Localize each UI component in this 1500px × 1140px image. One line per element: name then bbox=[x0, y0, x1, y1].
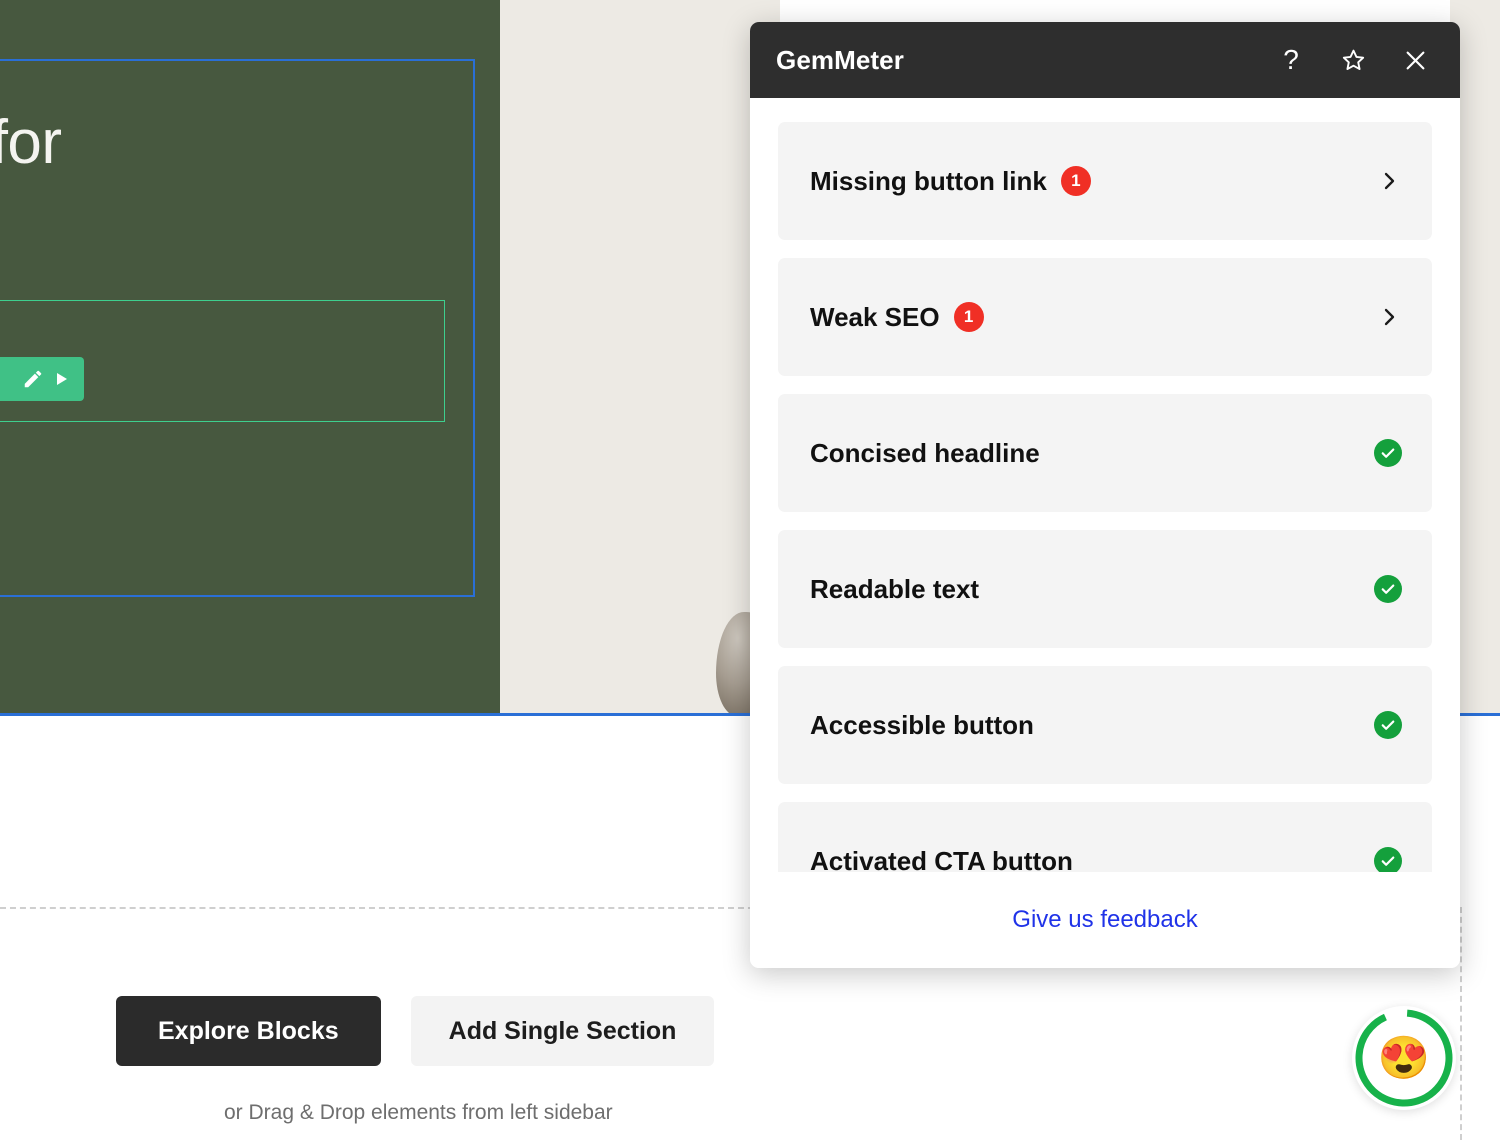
star-icon[interactable] bbox=[1338, 45, 1368, 75]
panel-title: GemMeter bbox=[776, 44, 904, 75]
checklist-item-action[interactable] bbox=[1376, 304, 1402, 330]
panel-header: GemMeter ? bbox=[750, 22, 1460, 98]
panel-footer: Give us feedback bbox=[750, 872, 1460, 968]
element-toolbar[interactable] bbox=[0, 357, 84, 401]
checklist-item-weak-seo[interactable]: Weak SEO 1 bbox=[778, 258, 1432, 376]
gemmeter-panel[interactable]: GemMeter ? Missing button link 1 Weak SE… bbox=[750, 22, 1460, 968]
help-icon[interactable]: ? bbox=[1276, 45, 1306, 75]
checklist-item-concised-headline[interactable]: Concised headline bbox=[778, 394, 1432, 512]
check-circle-icon bbox=[1374, 575, 1402, 603]
chevron-right-icon[interactable] bbox=[1376, 304, 1402, 330]
checklist-item-label: Activated CTA button bbox=[810, 845, 1073, 873]
checklist-item-status bbox=[1374, 575, 1402, 603]
drag-drop-hint: or Drag & Drop elements from left sideba… bbox=[224, 1101, 613, 1124]
checklist-item-status bbox=[1374, 439, 1402, 467]
checklist-item-label: Accessible button bbox=[810, 709, 1034, 740]
empty-state-actions: Explore Blocks Add Single Section bbox=[116, 996, 715, 1066]
checklist-item-label: Missing button link bbox=[810, 165, 1047, 196]
issue-count-badge: 1 bbox=[1060, 166, 1091, 196]
issue-count-badge: 1 bbox=[953, 302, 984, 332]
heart-eyes-emoji-icon: 😍 bbox=[1377, 1034, 1431, 1081]
checklist-item-status bbox=[1374, 847, 1402, 872]
add-single-section-button[interactable]: Add Single Section bbox=[410, 996, 715, 1066]
check-circle-icon bbox=[1374, 711, 1402, 739]
checklist-item-label: Concised headline bbox=[810, 437, 1040, 468]
check-circle-icon bbox=[1374, 439, 1402, 467]
checklist-item-label: Weak SEO bbox=[810, 301, 940, 332]
checklist-item-action[interactable] bbox=[1376, 168, 1402, 194]
explore-blocks-button[interactable]: Explore Blocks bbox=[116, 996, 381, 1066]
close-icon[interactable] bbox=[1400, 45, 1430, 75]
checklist-item-readable-text[interactable]: Readable text bbox=[778, 530, 1432, 648]
give-us-feedback-link[interactable]: Give us feedback bbox=[1012, 906, 1197, 934]
checklist[interactable]: Missing button link 1 Weak SEO 1 Concise… bbox=[750, 98, 1460, 872]
check-circle-icon bbox=[1374, 847, 1402, 872]
checklist-item-status bbox=[1374, 711, 1402, 739]
drop-zone-edge bbox=[1460, 907, 1462, 1140]
play-triangle-icon[interactable] bbox=[56, 372, 68, 386]
checklist-item-label: Readable text bbox=[810, 573, 980, 604]
chevron-right-icon[interactable] bbox=[1376, 168, 1402, 194]
checklist-item-activated-cta-button[interactable]: Activated CTA button bbox=[778, 802, 1432, 872]
panel-header-actions: ? bbox=[1276, 45, 1430, 75]
pencil-icon[interactable] bbox=[22, 368, 44, 390]
gemmeter-score-fab[interactable]: 😍 bbox=[1352, 1006, 1456, 1110]
app-root: e for ion Explore Blocks Add Si bbox=[0, 0, 1500, 1140]
checklist-item-missing-button-link[interactable]: Missing button link 1 bbox=[778, 122, 1432, 240]
checklist-item-accessible-button[interactable]: Accessible button bbox=[778, 666, 1432, 784]
hero-heading: e for bbox=[0, 108, 62, 177]
